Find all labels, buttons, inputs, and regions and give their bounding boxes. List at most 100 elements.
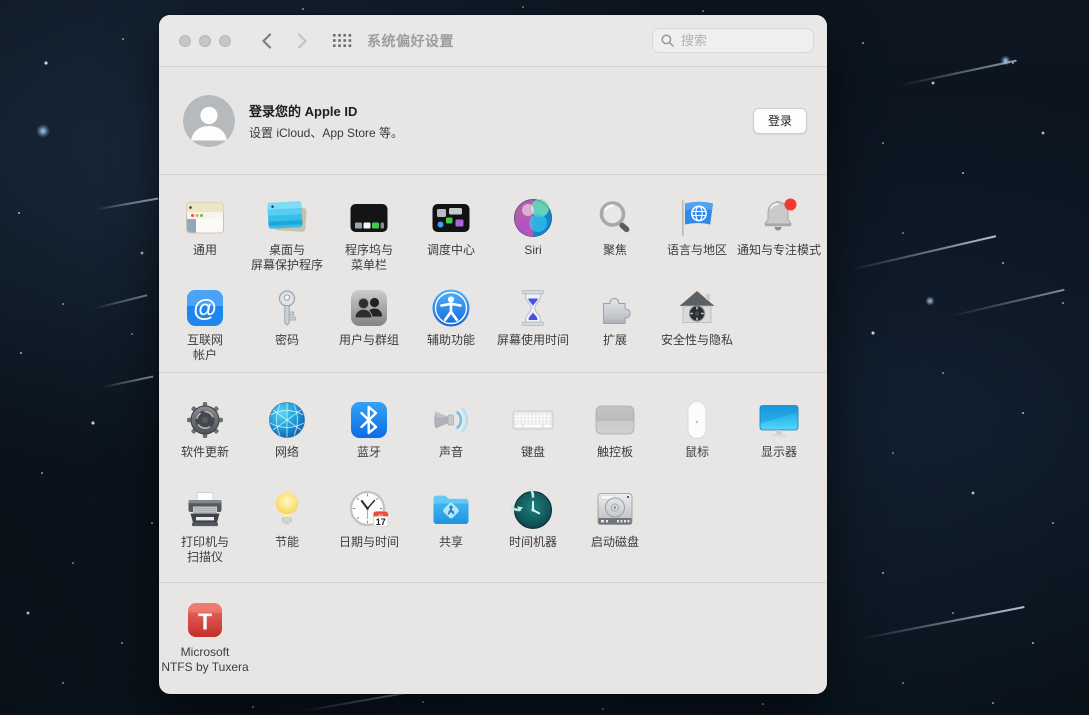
pref-item-displays[interactable]: 显示器 xyxy=(738,393,820,483)
pref-item-accessibility[interactable]: 辅助功能 xyxy=(410,281,492,371)
accessibility-icon xyxy=(428,285,474,331)
pref-item-security-privacy[interactable]: 安全性与隐私 xyxy=(656,281,738,371)
passwords-icon xyxy=(264,285,310,331)
preferences-row: T Microsoft NTFS by Tuxera xyxy=(159,593,827,683)
pref-item-siri[interactable]: Siri xyxy=(492,191,574,281)
dock-menubar-icon xyxy=(346,195,392,241)
pref-item-passwords[interactable]: 密码 xyxy=(246,281,328,371)
language-region-icon xyxy=(674,195,720,241)
pref-item-language-region[interactable]: 语言与地区 xyxy=(656,191,738,281)
preferences-row: 软件更新网络蓝牙声音键盘触控板鼠标显示器 xyxy=(159,393,827,483)
pref-item-label: Microsoft NTFS by Tuxera xyxy=(159,645,264,675)
pref-item-label: 显示器 xyxy=(720,445,827,460)
pref-item-notifications-focus[interactable]: 通知与专注模式 xyxy=(738,191,820,281)
meteor-streak xyxy=(95,197,158,210)
date-time-icon: JUL17 xyxy=(346,487,392,533)
traffic-lights xyxy=(179,35,231,47)
forward-button[interactable] xyxy=(289,28,315,54)
users-groups-icon xyxy=(346,285,392,331)
tuxera-ntfs-icon: T xyxy=(182,597,228,643)
screen-time-icon xyxy=(510,285,556,331)
avatar xyxy=(183,95,235,147)
pref-item-dock-menubar[interactable]: 程序坞与 菜单栏 xyxy=(328,191,410,281)
keyboard-icon xyxy=(510,397,556,443)
pref-item-sound[interactable]: 声音 xyxy=(410,393,492,483)
pref-item-spotlight[interactable]: 聚焦 xyxy=(574,191,656,281)
meteor-streak xyxy=(850,235,997,270)
pref-item-label: 安全性与隐私 xyxy=(638,333,756,348)
preferences-row: 打印机与 扫描仪节能JUL17日期与时间共享时间机器启动磁盘 xyxy=(159,483,827,573)
show-all-button[interactable] xyxy=(333,34,352,48)
sharing-icon xyxy=(428,487,474,533)
pref-item-bluetooth[interactable]: 蓝牙 xyxy=(328,393,410,483)
trackpad-icon xyxy=(592,397,638,443)
pref-item-screen-time[interactable]: 屏幕使用时间 xyxy=(492,281,574,371)
bluetooth-icon xyxy=(346,397,392,443)
pref-item-mission-control[interactable]: 调度中心 xyxy=(410,191,492,281)
general-icon xyxy=(182,195,228,241)
apple-id-text: 登录您的 Apple ID 设置 iCloud、App Store 等。 xyxy=(249,101,403,141)
pref-item-energy-saver[interactable]: 节能 xyxy=(246,483,328,573)
extensions-icon xyxy=(592,285,638,331)
spotlight-icon xyxy=(592,195,638,241)
pref-item-software-update[interactable]: 软件更新 xyxy=(164,393,246,483)
meteor-streak xyxy=(949,289,1064,317)
svg-text:T: T xyxy=(198,609,212,635)
search-input[interactable] xyxy=(679,32,805,49)
displays-icon xyxy=(756,397,802,443)
network-icon xyxy=(264,397,310,443)
mouse-icon xyxy=(674,397,720,443)
preferences-section-2: 软件更新网络蓝牙声音键盘触控板鼠标显示器打印机与 扫描仪节能JUL17日期与时间… xyxy=(159,373,827,583)
desktop-screensaver-icon xyxy=(264,195,310,241)
pref-item-users-groups[interactable]: 用户与群组 xyxy=(328,281,410,371)
system-preferences-window: 系统偏好设置 登录您的 Apple ID 设置 iCloud、App Store… xyxy=(159,15,827,694)
login-button[interactable]: 登录 xyxy=(753,108,807,134)
preferences-section-1: 通用桌面与 屏幕保护程序程序坞与 菜单栏调度中心Siri聚焦语言与地区通知与专注… xyxy=(159,175,827,373)
pref-item-startup-disk[interactable]: 启动磁盘 xyxy=(574,483,656,573)
pref-item-date-time[interactable]: JUL17日期与时间 xyxy=(328,483,410,573)
close-traffic-light[interactable] xyxy=(179,35,191,47)
pref-item-sharing[interactable]: 共享 xyxy=(410,483,492,573)
pref-item-network[interactable]: 网络 xyxy=(246,393,328,483)
svg-text:@: @ xyxy=(193,296,216,323)
pref-item-tuxera-ntfs[interactable]: TMicrosoft NTFS by Tuxera xyxy=(164,593,246,683)
meteor-streak xyxy=(859,606,1024,640)
zoom-traffic-light[interactable] xyxy=(219,35,231,47)
back-button[interactable] xyxy=(253,28,279,54)
user-silhouette-icon xyxy=(183,95,235,147)
pref-item-label: 启动磁盘 xyxy=(556,535,674,550)
apple-id-section: 登录您的 Apple ID 设置 iCloud、App Store 等。 登录 xyxy=(159,67,827,175)
startup-disk-icon xyxy=(592,487,638,533)
preferences-row: @互联网 帐户密码用户与群组辅助功能屏幕使用时间扩展安全性与隐私 xyxy=(159,281,827,371)
back-chevron-icon xyxy=(261,33,272,49)
svg-text:17: 17 xyxy=(376,517,386,527)
pref-item-printers-scanners[interactable]: 打印机与 扫描仪 xyxy=(164,483,246,573)
software-update-icon xyxy=(182,397,228,443)
pref-item-trackpad[interactable]: 触控板 xyxy=(574,393,656,483)
meteor-streak xyxy=(899,60,1017,87)
minimize-traffic-light[interactable] xyxy=(199,35,211,47)
pref-item-label: 通知与专注模式 xyxy=(720,243,827,258)
meteor-streak xyxy=(100,375,153,388)
security-privacy-icon xyxy=(674,285,720,331)
pref-item-mouse[interactable]: 鼠标 xyxy=(656,393,738,483)
search-icon xyxy=(661,34,674,47)
star-field xyxy=(0,0,2,2)
sound-icon xyxy=(428,397,474,443)
notifications-focus-icon xyxy=(756,195,802,241)
bright-star xyxy=(36,124,50,138)
pref-item-keyboard[interactable]: 键盘 xyxy=(492,393,574,483)
preferences-row: 通用桌面与 屏幕保护程序程序坞与 菜单栏调度中心Siri聚焦语言与地区通知与专注… xyxy=(159,191,827,281)
preferences-section-3: T Microsoft NTFS by Tuxera xyxy=(159,583,827,683)
pref-item-extensions[interactable]: 扩展 xyxy=(574,281,656,371)
bright-star xyxy=(925,296,935,306)
meteor-streak xyxy=(93,294,148,309)
search-field[interactable] xyxy=(652,28,814,53)
energy-saver-icon xyxy=(264,487,310,533)
window-title: 系统偏好设置 xyxy=(367,31,454,51)
time-machine-icon xyxy=(510,487,556,533)
mission-control-icon xyxy=(428,195,474,241)
show-all-grid-icon xyxy=(333,34,352,48)
pref-item-internet-accounts[interactable]: @互联网 帐户 xyxy=(164,281,246,371)
pref-item-time-machine[interactable]: 时间机器 xyxy=(492,483,574,573)
